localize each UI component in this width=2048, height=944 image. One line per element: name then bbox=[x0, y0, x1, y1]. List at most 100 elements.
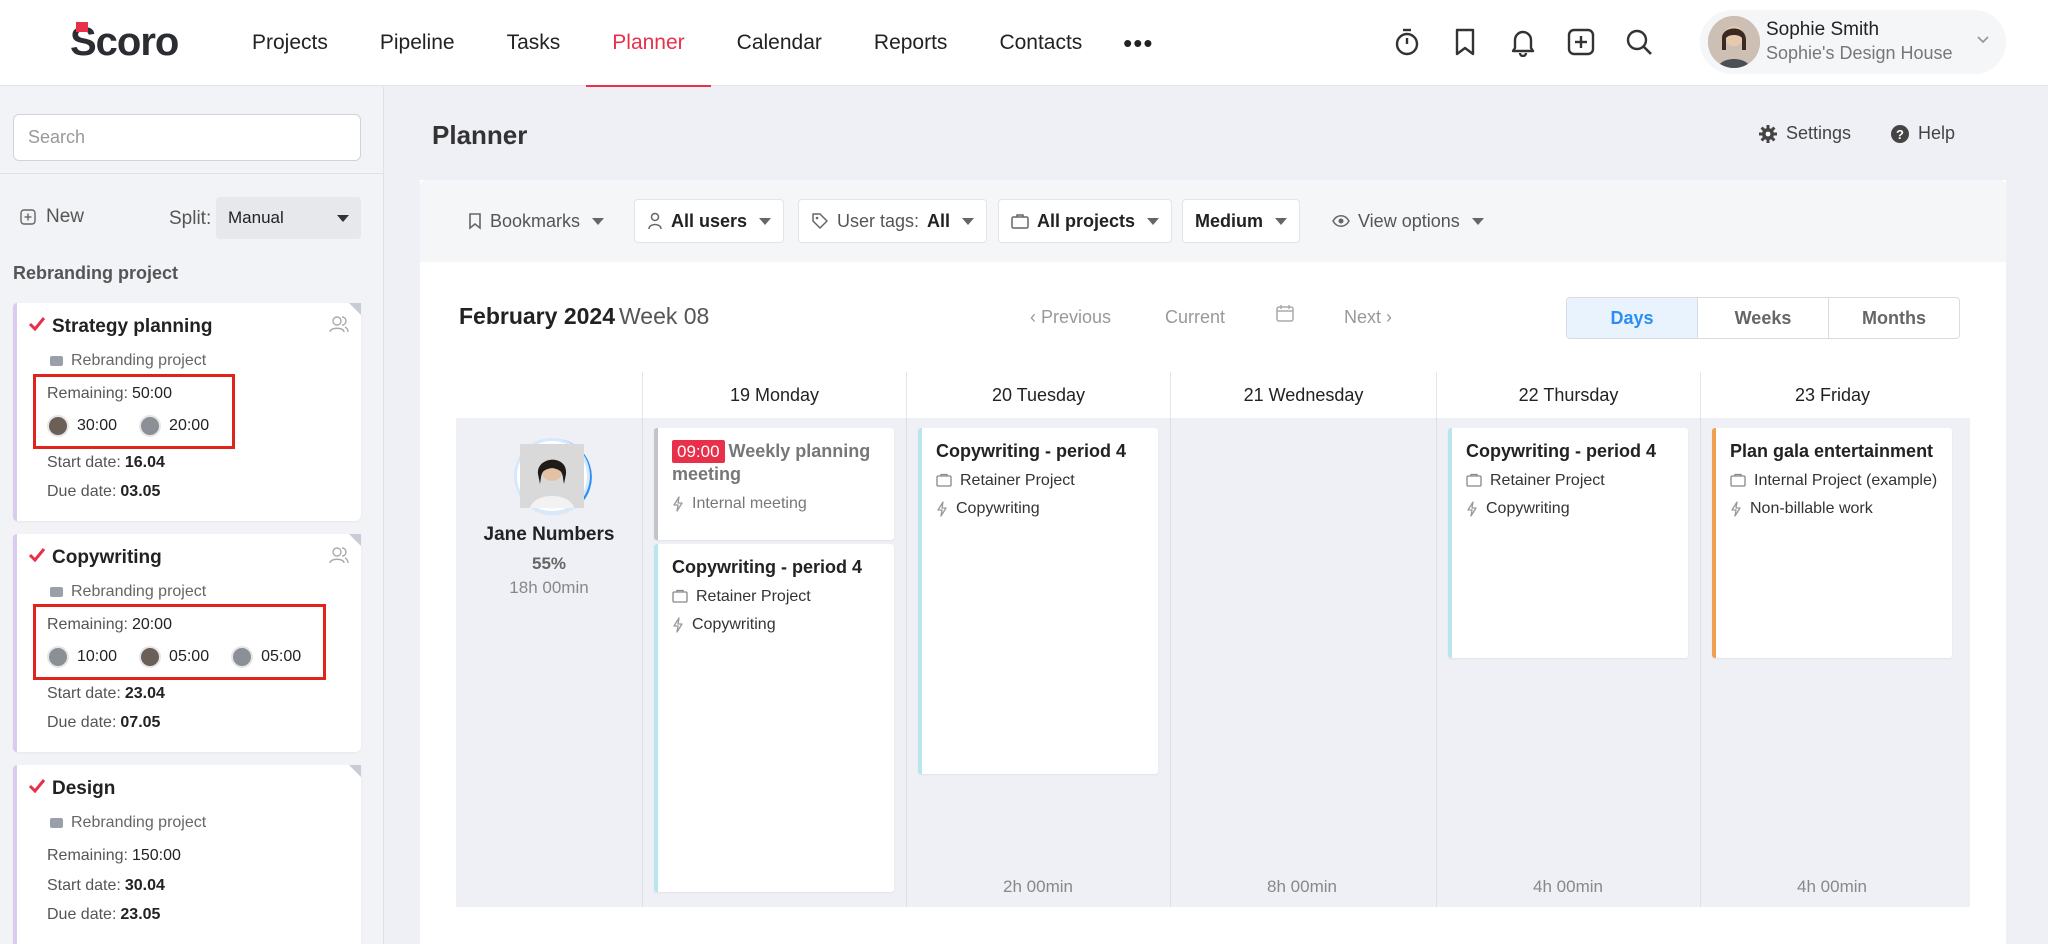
start-value: 16.04 bbox=[124, 454, 165, 471]
event-plan-gala[interactable]: Plan gala entertainment Internal Project… bbox=[1712, 428, 1952, 658]
view-months-button[interactable]: Months bbox=[1828, 298, 1959, 338]
event-type-text: Copywriting bbox=[692, 616, 776, 633]
highlight-box bbox=[33, 374, 235, 449]
new-task-button[interactable]: New bbox=[20, 206, 84, 228]
project-group-title: Rebranding project bbox=[13, 263, 179, 283]
bell-icon[interactable] bbox=[1504, 22, 1542, 62]
user-menu[interactable]: Sophie Smith Sophie's Design House bbox=[1700, 10, 2006, 74]
nav-projects[interactable]: Projects bbox=[226, 0, 354, 86]
size-value: Medium bbox=[1195, 210, 1264, 231]
add-icon[interactable] bbox=[1562, 22, 1600, 62]
view-options-filter[interactable]: View options bbox=[1320, 199, 1496, 243]
nav-reports[interactable]: Reports bbox=[848, 0, 974, 86]
users-filter[interactable]: All users bbox=[634, 199, 785, 243]
event-type-text: Copywriting bbox=[1486, 500, 1570, 517]
period-title: February 2024 Week 08 bbox=[459, 303, 709, 330]
timer-icon[interactable] bbox=[1388, 22, 1426, 62]
user-company: Sophie's Design House bbox=[1766, 43, 1953, 63]
week-label: Week 08 bbox=[618, 303, 710, 329]
calendar-icon[interactable] bbox=[1275, 303, 1295, 328]
help-link[interactable]: ? Help bbox=[1890, 123, 1955, 144]
caret-down-icon bbox=[337, 214, 349, 222]
month-label: February 2024 bbox=[459, 303, 615, 329]
add-square-icon bbox=[20, 209, 36, 225]
sidebar-search-input[interactable]: Search bbox=[13, 114, 361, 161]
event-weekly-planning[interactable]: 09:00 Weekly planning meeting Internal me… bbox=[654, 428, 894, 540]
person-avatar[interactable] bbox=[517, 441, 587, 511]
event-copywriting-tue[interactable]: Copywriting - period 4 Retainer Project … bbox=[918, 428, 1158, 774]
bookmarks-label: Bookmarks bbox=[490, 210, 581, 231]
event-type-text: Internal meeting bbox=[692, 495, 807, 512]
next-button[interactable]: Next › bbox=[1344, 307, 1392, 328]
task-title: Strategy planning bbox=[52, 316, 213, 337]
split-label: Split: bbox=[169, 208, 212, 229]
view-options-label: View options bbox=[1358, 210, 1460, 231]
remaining-label: Remaining: bbox=[47, 847, 128, 864]
folder-icon bbox=[50, 356, 63, 366]
column-divider bbox=[1436, 418, 1437, 907]
people-icon[interactable] bbox=[329, 546, 349, 564]
due-label: Due date: bbox=[47, 906, 117, 923]
day-header: 19 Monday bbox=[642, 372, 906, 418]
user-tags-filter[interactable]: User tags: All bbox=[798, 199, 988, 243]
event-title: 09:00 Weekly planning meeting bbox=[672, 440, 882, 486]
view-weeks-button[interactable]: Weeks bbox=[1697, 298, 1828, 338]
nav-contacts[interactable]: Contacts bbox=[973, 0, 1108, 86]
user-avatar bbox=[1708, 16, 1760, 68]
bolt-icon bbox=[1467, 501, 1477, 517]
scoro-logo[interactable]: Scoro bbox=[70, 20, 179, 65]
caret-down-icon bbox=[1471, 217, 1484, 225]
nav-tasks[interactable]: Tasks bbox=[481, 0, 587, 86]
search-icon[interactable] bbox=[1620, 22, 1658, 62]
column-divider bbox=[1170, 418, 1171, 907]
settings-label: Settings bbox=[1786, 123, 1852, 143]
event-type-text: Non-billable work bbox=[1750, 500, 1873, 517]
current-button[interactable]: Current bbox=[1165, 307, 1225, 328]
briefcase-icon bbox=[1466, 473, 1482, 487]
task-card-design[interactable]: Design Rebranding project Remaining: 150:… bbox=[13, 765, 361, 944]
start-label: Start date: bbox=[47, 454, 121, 471]
column-divider bbox=[906, 418, 907, 907]
more-menu-icon[interactable]: ••• bbox=[1108, 0, 1168, 86]
briefcase-icon bbox=[1730, 473, 1746, 487]
day-total: 8h 00min bbox=[1267, 877, 1337, 896]
due-label: Due date: bbox=[47, 483, 117, 500]
bookmark-icon[interactable] bbox=[1446, 22, 1484, 62]
day-header: 23 Friday bbox=[1700, 372, 1964, 418]
view-days-button[interactable]: Days bbox=[1567, 298, 1697, 338]
check-icon bbox=[28, 317, 46, 332]
nav-pipeline[interactable]: Pipeline bbox=[354, 0, 481, 86]
projects-filter[interactable]: All projects bbox=[998, 199, 1173, 243]
event-copywriting-thu[interactable]: Copywriting - period 4 Retainer Project … bbox=[1448, 428, 1688, 658]
eye-icon bbox=[1332, 215, 1350, 227]
settings-link[interactable]: Settings bbox=[1758, 123, 1851, 144]
size-filter[interactable]: Medium bbox=[1182, 199, 1301, 243]
briefcase-icon bbox=[1011, 214, 1029, 229]
split-select[interactable]: Manual bbox=[216, 197, 361, 239]
new-task-label: New bbox=[46, 206, 85, 227]
caret-down-icon bbox=[759, 217, 772, 225]
event-title: Copywriting - period 4 bbox=[672, 557, 863, 577]
event-type: Copywriting bbox=[672, 614, 882, 635]
event-project-text: Internal Project (example) bbox=[1754, 472, 1938, 489]
nav-planner[interactable]: Planner bbox=[586, 0, 712, 87]
column-divider bbox=[1700, 418, 1701, 907]
nav-calendar[interactable]: Calendar bbox=[711, 0, 848, 86]
event-copywriting-mon[interactable]: Copywriting - period 4 Retainer Project … bbox=[654, 544, 894, 892]
planner-grid: 19 Monday 20 Tuesday 21 Wednesday 22 Thu… bbox=[456, 372, 1970, 907]
day-total: 4h 00min bbox=[1533, 877, 1603, 896]
bookmarks-filter[interactable]: Bookmarks bbox=[456, 199, 616, 243]
planner-panel: Bookmarks All users User tags: All All p… bbox=[420, 180, 2006, 944]
user-name: Sophie Smith bbox=[1766, 19, 1880, 40]
caret-down-icon bbox=[1147, 217, 1160, 225]
next-label: Next bbox=[1344, 307, 1382, 327]
user-icon bbox=[648, 212, 662, 230]
people-icon[interactable] bbox=[329, 315, 349, 333]
event-project-text: Retainer Project bbox=[1490, 472, 1605, 489]
day-header: 22 Thursday bbox=[1436, 372, 1700, 418]
user-tags-label: User tags: bbox=[837, 210, 920, 231]
task-start: Start date: 30.04 bbox=[47, 877, 165, 895]
chevron-down-icon[interactable] bbox=[1976, 32, 1990, 50]
previous-button[interactable]: ‹ Previous bbox=[1030, 307, 1111, 328]
event-project-text: Retainer Project bbox=[960, 472, 1075, 489]
